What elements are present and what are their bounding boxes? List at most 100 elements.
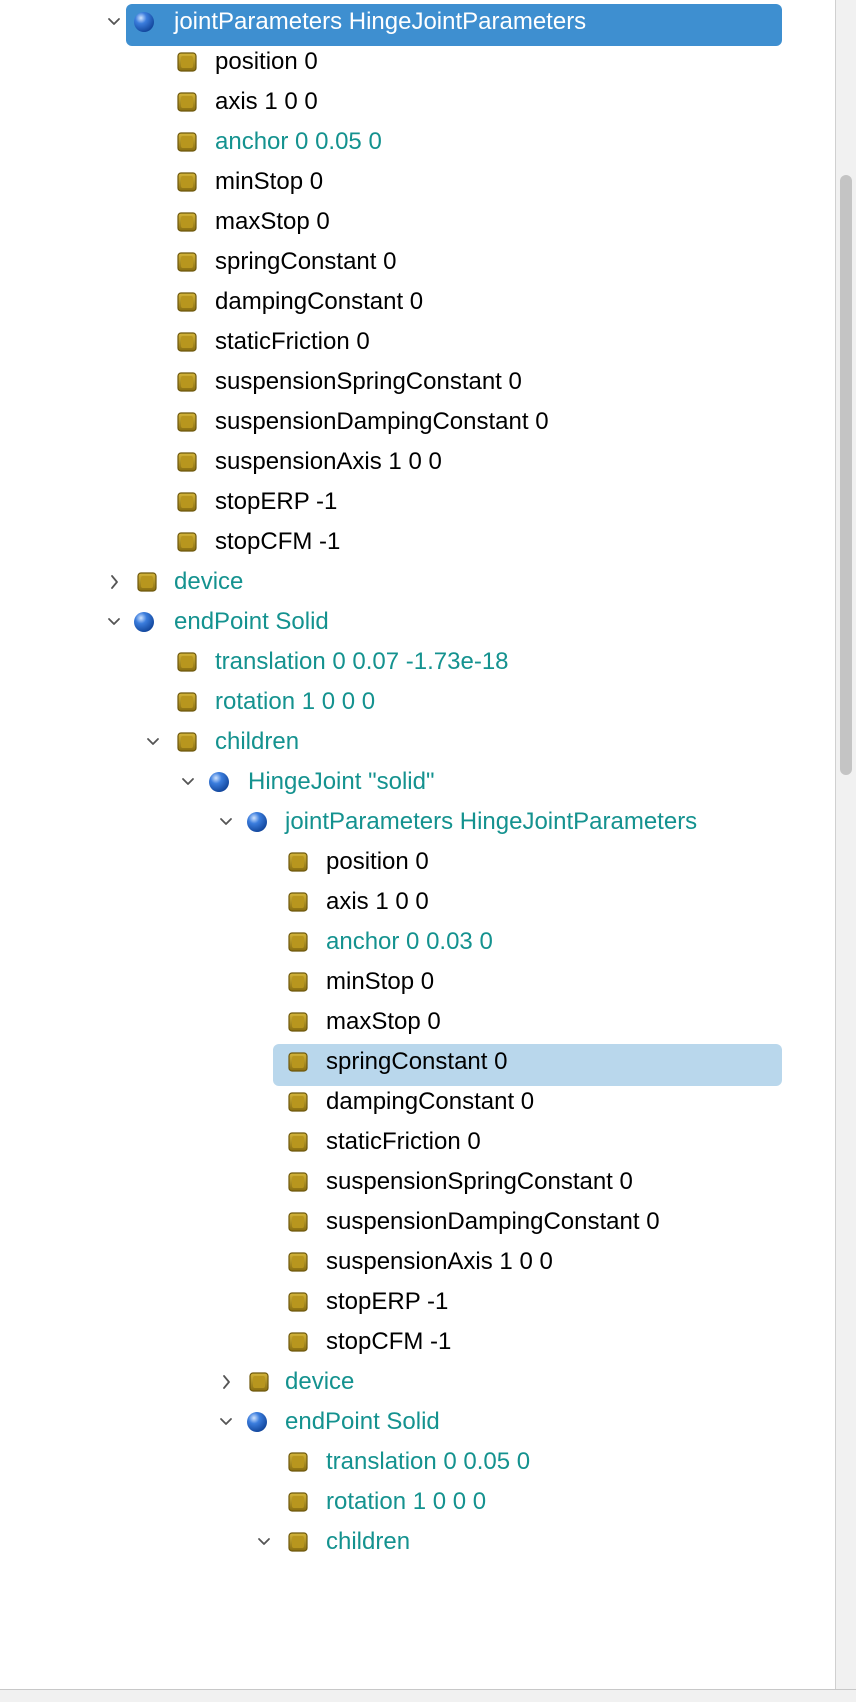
tree-row[interactable]: dampingConstant 0 (0, 1080, 836, 1124)
field-box-icon (287, 1491, 309, 1513)
tree-row-label: endPoint Solid (174, 608, 329, 635)
tree-row[interactable]: staticFriction 0 (0, 320, 836, 364)
chevron-down-icon[interactable] (106, 610, 122, 634)
field-box-icon (287, 1531, 309, 1553)
tree-row[interactable]: stopCFM -1 (0, 520, 836, 564)
tree-row-label: jointParameters HingeJointParameters (285, 808, 698, 835)
vertical-scrollbar[interactable] (835, 0, 856, 1690)
tree-row[interactable]: endPoint Solid (0, 600, 836, 644)
scrollbar-thumb[interactable] (840, 175, 852, 775)
field-box-icon (176, 451, 198, 473)
tree-row-label: jointParameters HingeJointParameters (174, 8, 587, 35)
tree-row-label: children (215, 728, 300, 755)
tree-row-label: springConstant 0 (326, 1048, 508, 1075)
tree-row[interactable]: jointParameters HingeJointParameters (0, 800, 836, 844)
node-sphere-icon (133, 11, 155, 33)
tree-row-label: children (326, 1528, 411, 1555)
tree-row[interactable]: suspensionDampingConstant 0 (0, 400, 836, 444)
chevron-down-icon[interactable] (180, 770, 196, 794)
tree-row[interactable]: jointParameters HingeJointParameters (0, 0, 836, 46)
tree-row[interactable]: suspensionAxis 1 0 0 (0, 440, 836, 484)
tree-row-label: suspensionDampingConstant 0 (326, 1208, 660, 1235)
field-box-icon (176, 731, 198, 753)
field-box-icon (287, 971, 309, 993)
field-box-icon (287, 1451, 309, 1473)
field-box-icon (287, 1331, 309, 1353)
tree-row[interactable]: maxStop 0 (0, 200, 836, 244)
tree-row-label: springConstant 0 (215, 248, 397, 275)
tree-row-label: HingeJoint "solid" (248, 768, 435, 795)
tree-row[interactable]: suspensionAxis 1 0 0 (0, 1240, 836, 1284)
tree-row[interactable]: maxStop 0 (0, 1000, 836, 1044)
chevron-down-icon[interactable] (218, 810, 234, 834)
tree-row-label: position 0 (215, 48, 318, 75)
chevron-down-icon[interactable] (256, 1530, 272, 1554)
tree-row-label: maxStop 0 (215, 208, 330, 235)
tree-row[interactable]: suspensionSpringConstant 0 (0, 360, 836, 404)
tree-row[interactable]: translation 0 0.07 -1.73e-18 (0, 640, 836, 684)
tree-row[interactable]: minStop 0 (0, 160, 836, 204)
tree-row[interactable]: rotation 1 0 0 0 (0, 1480, 836, 1524)
tree-row-label: suspensionAxis 1 0 0 (215, 448, 442, 475)
tree-row[interactable]: stopERP -1 (0, 480, 836, 524)
tree-row-label: device (174, 568, 244, 595)
tree-row-label: stopERP -1 (215, 488, 338, 515)
tree-row-label: axis 1 0 0 (215, 88, 318, 115)
tree-row[interactable]: suspensionDampingConstant 0 (0, 1200, 836, 1244)
tree-row[interactable]: position 0 (0, 840, 836, 884)
tree-row[interactable]: children (0, 720, 836, 764)
field-box-icon (176, 251, 198, 273)
chevron-down-icon[interactable] (106, 10, 122, 34)
tree-row-label: rotation 1 0 0 0 (326, 1488, 487, 1515)
tree-row[interactable]: stopERP -1 (0, 1280, 836, 1324)
field-box-icon (176, 131, 198, 153)
field-box-icon (287, 1011, 309, 1033)
tree-row-label: translation 0 0.05 0 (326, 1448, 531, 1475)
field-box-icon (176, 491, 198, 513)
tree-row[interactable]: anchor 0 0.05 0 (0, 120, 836, 164)
field-box-icon (248, 1371, 270, 1393)
horizontal-scrollbar[interactable] (0, 1689, 856, 1702)
tree-row[interactable]: rotation 1 0 0 0 (0, 680, 836, 724)
chevron-down-icon[interactable] (145, 730, 161, 754)
tree-row-label: suspensionAxis 1 0 0 (326, 1248, 553, 1275)
field-box-icon (176, 91, 198, 113)
tree-row[interactable]: children (0, 1520, 836, 1564)
tree-row[interactable]: device (0, 560, 836, 604)
tree-row-label: stopCFM -1 (326, 1328, 452, 1355)
tree-row[interactable]: springConstant 0 (0, 240, 836, 284)
tree-row-label: stopCFM -1 (215, 528, 341, 555)
tree-row-label: maxStop 0 (326, 1008, 441, 1035)
tree-row[interactable]: suspensionSpringConstant 0 (0, 1160, 836, 1204)
node-sphere-icon (133, 611, 155, 633)
chevron-right-icon[interactable] (218, 1370, 234, 1394)
tree-row-label: axis 1 0 0 (326, 888, 429, 915)
node-sphere-icon (246, 1411, 268, 1433)
tree-row[interactable]: position 0 (0, 40, 836, 84)
tree-row-label: translation 0 0.07 -1.73e-18 (215, 648, 509, 675)
tree-row[interactable]: translation 0 0.05 0 (0, 1440, 836, 1484)
tree-row[interactable]: dampingConstant 0 (0, 280, 836, 324)
tree-row[interactable]: anchor 0 0.03 0 (0, 920, 836, 964)
tree-row[interactable]: staticFriction 0 (0, 1120, 836, 1164)
field-box-icon (287, 1171, 309, 1193)
tree-row-label: suspensionDampingConstant 0 (215, 408, 549, 435)
scene-tree[interactable]: jointParameters HingeJointParameters posi… (0, 0, 836, 1690)
chevron-down-icon[interactable] (218, 1410, 234, 1434)
field-box-icon (176, 531, 198, 553)
field-box-icon (287, 1131, 309, 1153)
tree-row[interactable]: endPoint Solid (0, 1400, 836, 1444)
tree-row[interactable]: minStop 0 (0, 960, 836, 1004)
tree-row-label: minStop 0 (215, 168, 324, 195)
field-box-icon (176, 411, 198, 433)
field-box-icon (176, 171, 198, 193)
tree-row[interactable]: springConstant 0 (0, 1040, 836, 1086)
tree-row[interactable]: axis 1 0 0 (0, 880, 836, 924)
tree-row[interactable]: device (0, 1360, 836, 1404)
tree-row-label: device (285, 1368, 355, 1395)
tree-row-label: dampingConstant 0 (326, 1088, 535, 1115)
tree-row[interactable]: axis 1 0 0 (0, 80, 836, 124)
tree-row[interactable]: stopCFM -1 (0, 1320, 836, 1364)
tree-row[interactable]: HingeJoint "solid" (0, 760, 836, 804)
chevron-right-icon[interactable] (106, 570, 122, 594)
